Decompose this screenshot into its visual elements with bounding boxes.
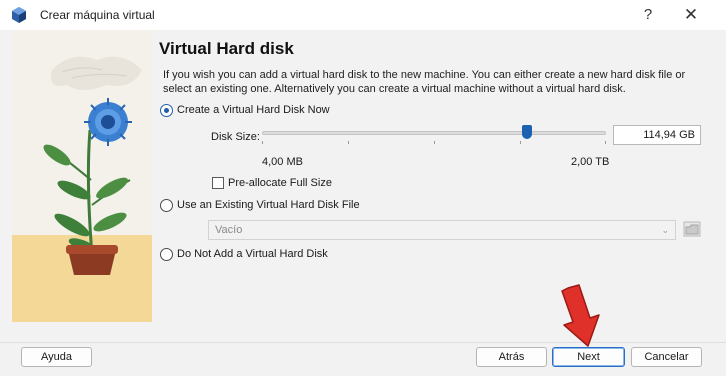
page-heading: Virtual Hard disk (159, 39, 294, 58)
flower-pot-illustration (12, 30, 152, 322)
help-button[interactable]: Ayuda (21, 347, 92, 367)
title-bar: Crear máquina virtual ? ✕ (0, 0, 726, 30)
page-description: If you wish you can add a virtual hard d… (163, 69, 686, 95)
create-disk-label[interactable]: Create a Virtual Hard Disk Now (177, 104, 330, 116)
disk-size-label: Disk Size: (211, 131, 260, 143)
slider-tick (605, 141, 606, 144)
chevron-down-icon: ⌄ (661, 225, 669, 235)
use-existing-radio[interactable] (160, 199, 173, 212)
help-title-button[interactable]: ? (633, 4, 663, 26)
preallocate-label[interactable]: Pre-allocate Full Size (228, 177, 332, 189)
wizard-content: Virtual Hard disk If you wish you can ad… (0, 30, 726, 342)
slider-tick (520, 141, 521, 144)
next-button[interactable]: Next (552, 347, 625, 367)
no-disk-label[interactable]: Do Not Add a Virtual Hard Disk (177, 248, 328, 260)
slider-max-label: 2,00 TB (571, 156, 610, 168)
virtualbox-icon (12, 7, 26, 23)
back-button[interactable]: Atrás (476, 347, 547, 367)
disk-size-input[interactable]: 114,94 GB (613, 125, 701, 145)
slider-tick (434, 141, 435, 144)
create-disk-radio[interactable] (160, 104, 173, 117)
existing-disk-combo-value: Vacío (215, 224, 243, 236)
window-title: Crear máquina virtual (40, 8, 155, 22)
slider-tick (262, 141, 263, 144)
slider-tick (348, 141, 349, 144)
close-button[interactable]: ✕ (674, 4, 708, 26)
use-existing-label[interactable]: Use an Existing Virtual Hard Disk File (177, 199, 360, 211)
folder-icon[interactable] (683, 220, 701, 238)
disk-size-slider[interactable] (262, 131, 606, 135)
existing-disk-combo[interactable]: Vacío ⌄ (208, 220, 676, 240)
cancel-button[interactable]: Cancelar (631, 347, 702, 367)
button-bar: Ayuda Atrás Next Cancelar (0, 342, 726, 376)
preallocate-checkbox[interactable] (212, 177, 224, 189)
slider-min-label: 4,00 MB (262, 156, 303, 168)
disk-size-slider-handle[interactable] (521, 125, 532, 139)
no-disk-radio[interactable] (160, 248, 173, 261)
red-arrow-icon (561, 284, 600, 347)
